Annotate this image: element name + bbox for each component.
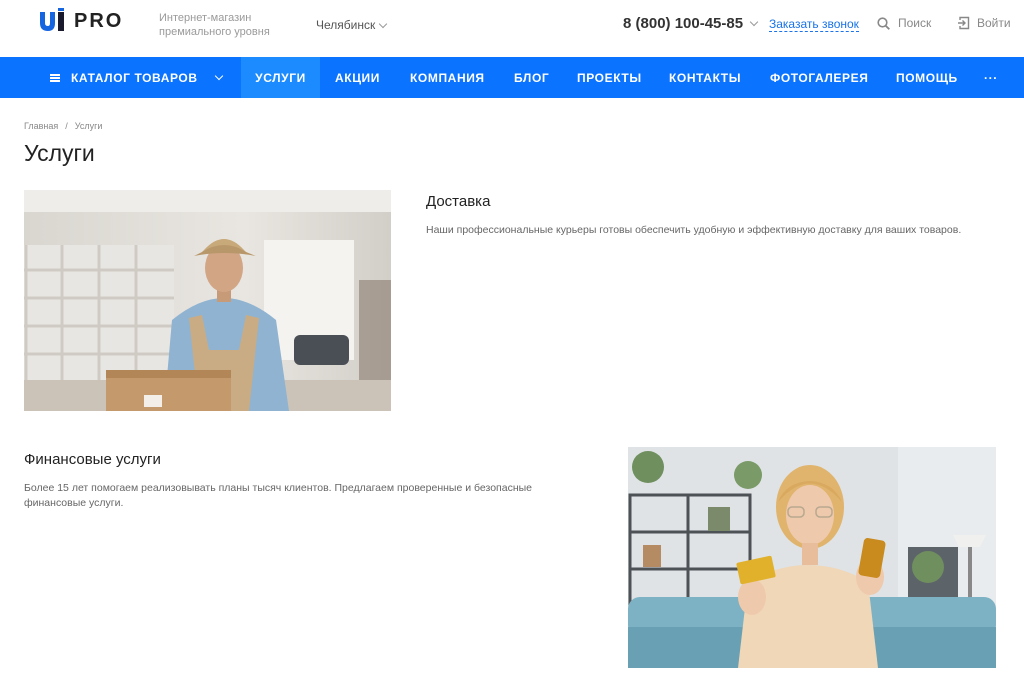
nav-item-contacts[interactable]: КОНТАКТЫ bbox=[669, 57, 741, 98]
breadcrumb: Главная / Услуги bbox=[24, 121, 102, 131]
tagline: Интернет-магазин премиального уровня bbox=[159, 12, 270, 38]
city-label: Челябинск bbox=[316, 18, 376, 32]
nav-item-company[interactable]: КОМПАНИЯ bbox=[410, 57, 485, 98]
login-label: Войти bbox=[977, 16, 1011, 30]
service-title-delivery[interactable]: Доставка bbox=[426, 193, 490, 210]
chevron-down-icon bbox=[749, 17, 759, 27]
chevron-down-icon bbox=[214, 71, 224, 81]
phone-label: 8 (800) 100-45-85 bbox=[623, 15, 744, 32]
search-button[interactable]: Поиск bbox=[877, 16, 931, 30]
finance-image[interactable] bbox=[628, 447, 996, 668]
nav-item-promotions[interactable]: АКЦИИ bbox=[335, 57, 380, 98]
breadcrumb-current: Услуги bbox=[74, 121, 103, 131]
service-desc-finance: Более 15 лет помогаем реализовывать план… bbox=[24, 482, 533, 509]
breadcrumb-separator: / bbox=[65, 121, 68, 131]
delivery-photo-illustration bbox=[24, 190, 391, 411]
nav-catalog-label: КАТАЛОГ ТОВАРОВ bbox=[71, 70, 198, 85]
logo-icon bbox=[40, 8, 64, 31]
logo[interactable]: PRO bbox=[38, 8, 123, 34]
logo-text: PRO bbox=[74, 9, 124, 32]
search-icon bbox=[877, 16, 890, 30]
nav-more-button[interactable]: ··· bbox=[984, 57, 998, 98]
login-button[interactable]: Войти bbox=[957, 16, 1011, 30]
login-icon bbox=[958, 16, 970, 30]
menu-icon bbox=[50, 73, 60, 82]
service-desc-delivery: Наши профессиональные курьеры готовы обе… bbox=[426, 224, 962, 236]
delivery-image[interactable] bbox=[24, 190, 391, 411]
city-selector[interactable]: Челябинск bbox=[316, 18, 388, 32]
nav-catalog[interactable]: КАТАЛОГ ТОВАРОВ bbox=[50, 57, 230, 98]
finance-photo-illustration bbox=[628, 447, 996, 668]
phone-number[interactable]: 8 (800) 100-45-85 bbox=[623, 15, 759, 32]
main-nav: КАТАЛОГ ТОВАРОВ УСЛУГИ АКЦИИ КОМПАНИЯ БЛ… bbox=[0, 57, 1024, 98]
nav-item-projects[interactable]: ПРОЕКТЫ bbox=[577, 57, 642, 98]
nav-item-gallery[interactable]: ФОТОГАЛЕРЕЯ bbox=[770, 57, 868, 98]
chevron-down-icon bbox=[378, 19, 388, 28]
site-header: PRO Интернет-магазин премиального уровня… bbox=[0, 0, 1024, 57]
nav-item-services[interactable]: УСЛУГИ bbox=[241, 57, 320, 98]
callback-link[interactable]: Заказать звонок bbox=[769, 17, 859, 32]
page-title: Услуги bbox=[24, 140, 95, 166]
service-title-finance[interactable]: Финансовые услуги bbox=[24, 451, 161, 468]
breadcrumb-home[interactable]: Главная bbox=[24, 121, 58, 131]
search-label: Поиск bbox=[898, 16, 932, 30]
nav-item-help[interactable]: ПОМОЩЬ bbox=[896, 57, 958, 98]
nav-item-blog[interactable]: БЛОГ bbox=[514, 57, 549, 98]
